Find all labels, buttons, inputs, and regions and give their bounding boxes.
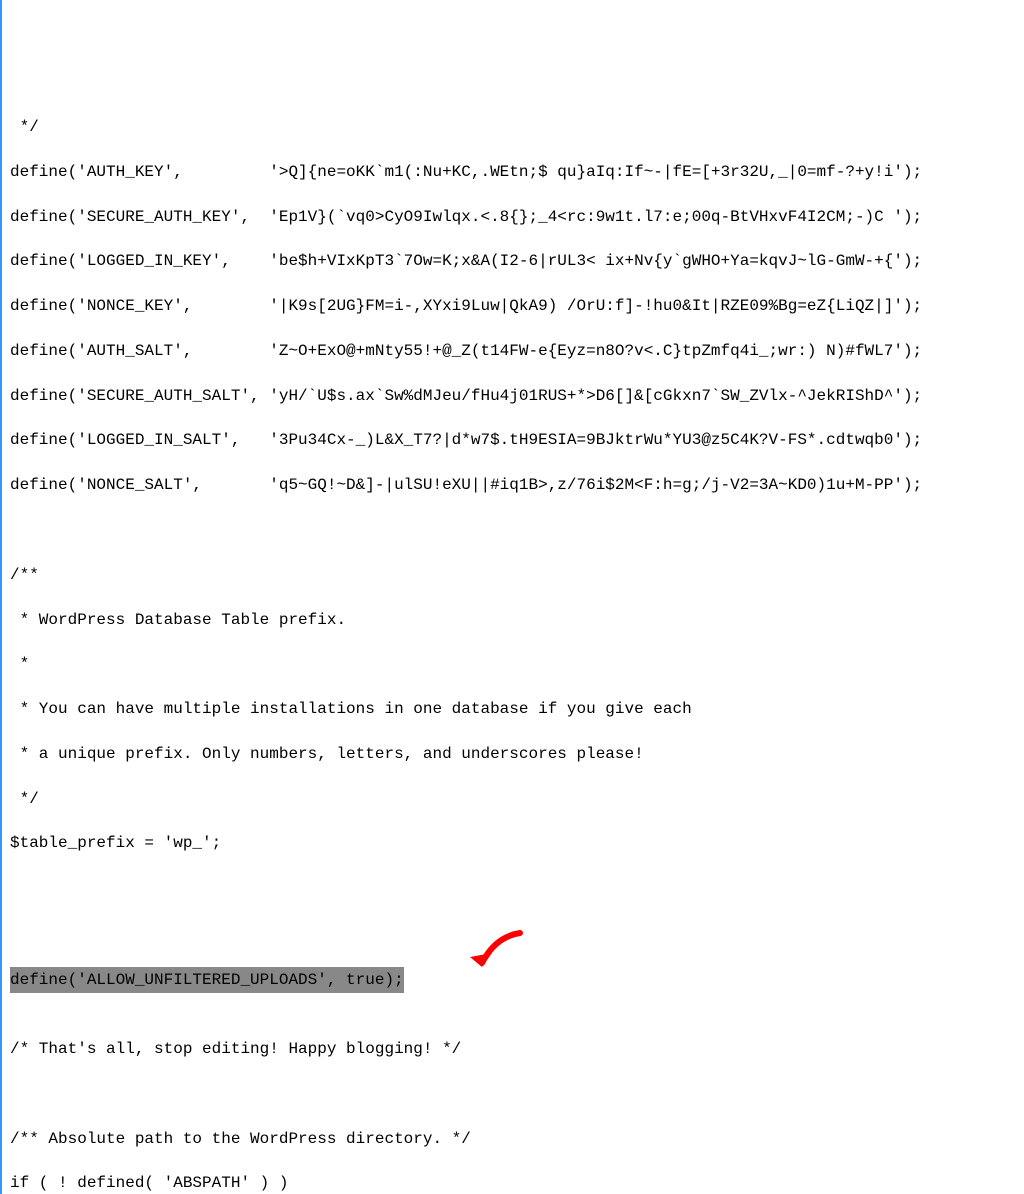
code-line: define('AUTH_KEY', '>Q]{ne=oKK`m1(:Nu+KC… [10,161,1016,183]
code-line: * You can have multiple installations in… [10,698,1016,720]
code-line: /** [10,564,1016,586]
code-line: define('SECURE_AUTH_KEY', 'Ep1V}(`vq0>Cy… [10,206,1016,228]
code-editor-content: */ define('AUTH_KEY', '>Q]{ne=oKK`m1(:Nu… [10,94,1016,1194]
blank-line [10,1083,1016,1105]
code-line: */ [10,116,1016,138]
code-line: define('NONCE_SALT', 'q5~GQ!~D&]-|ulSU!e… [10,474,1016,496]
code-line: if ( ! defined( 'ABSPATH' ) ) [10,1172,1016,1194]
code-line: define('SECURE_AUTH_SALT', 'yH/`U$s.ax`S… [10,385,1016,407]
blank-line [10,993,1016,1015]
blank-line [10,877,1016,899]
code-line: * [10,653,1016,675]
code-line: */ [10,788,1016,810]
blank-line [10,519,1016,541]
code-line: /** Absolute path to the WordPress direc… [10,1128,1016,1150]
code-line: /* That's all, stop editing! Happy blogg… [10,1038,1016,1060]
code-line: define('LOGGED_IN_SALT', '3Pu34Cx-_)L&X_… [10,429,1016,451]
code-line: define('LOGGED_IN_KEY', 'be$h+VIxKpT3`7O… [10,250,1016,272]
highlighted-code-line: define('ALLOW_UNFILTERED_UPLOADS', true)… [10,967,404,993]
code-line: define('AUTH_SALT', 'Z~O+ExO@+mNty55!+@_… [10,340,1016,362]
arrow-annotation-icon [460,925,540,992]
highlighted-row-wrapper: define('ALLOW_UNFILTERED_UPLOADS', true)… [10,967,404,993]
code-line: * WordPress Database Table prefix. [10,609,1016,631]
code-line: $table_prefix = 'wp_'; [10,832,1016,854]
code-line: * a unique prefix. Only numbers, letters… [10,743,1016,765]
code-line: define('NONCE_KEY', '|K9s[2UG}FM=i-,XYxi… [10,295,1016,317]
